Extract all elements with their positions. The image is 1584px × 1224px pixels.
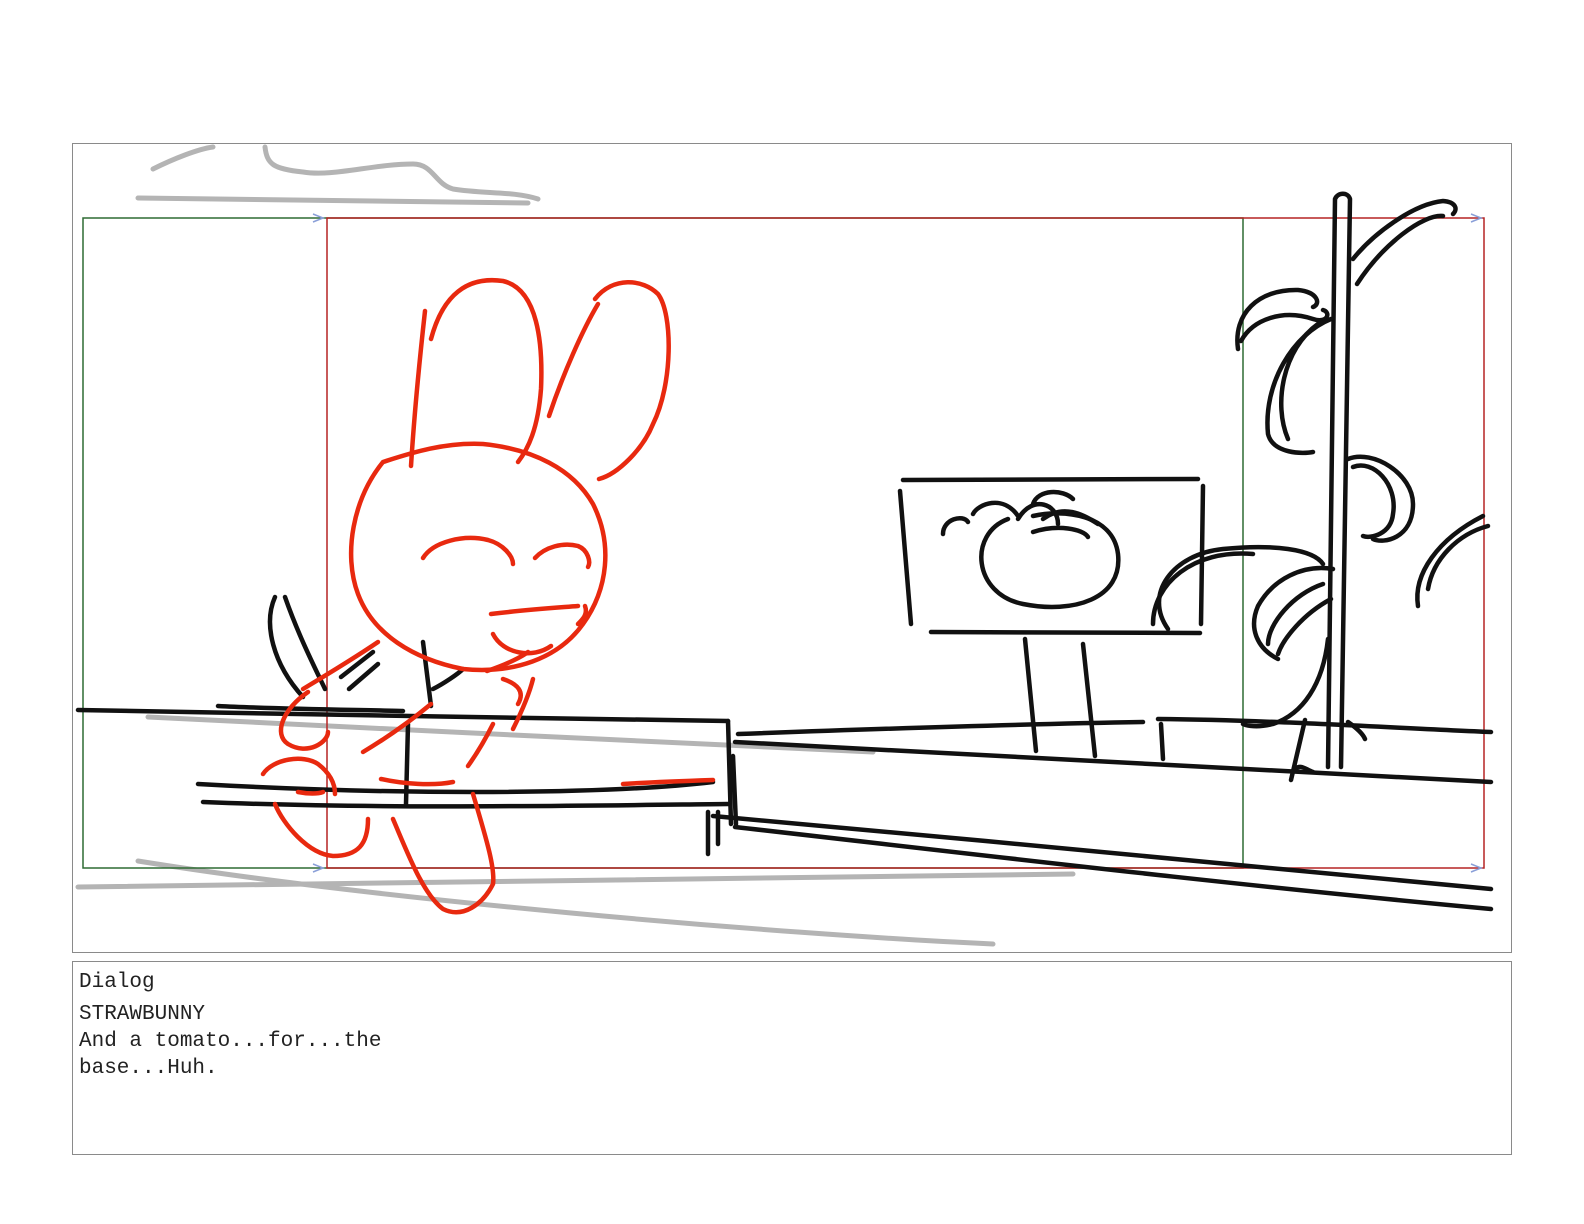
- dialog-heading: Dialog: [79, 971, 155, 994]
- vine-leaf-15: [1415, 513, 1491, 609]
- cloud-sketch: [135, 144, 541, 206]
- bunny-eye-left: [420, 535, 516, 567]
- sign-top: [900, 476, 1201, 483]
- strawbunny-sketch: [260, 277, 716, 915]
- counter-lower-line-b: [200, 799, 731, 809]
- stick-small: [420, 639, 466, 709]
- plant-stake: [1325, 191, 1353, 770]
- vine-leaf-11: [1251, 565, 1336, 662]
- vine-leaf-9: [1156, 544, 1326, 632]
- vine-leaf-14: [1240, 636, 1331, 729]
- sign-leg-right: [1080, 641, 1098, 759]
- bed-top-right: [1155, 716, 1494, 735]
- vine-leaf-6: [1279, 321, 1321, 442]
- vine-leaf-12: [1265, 581, 1326, 647]
- bed-post: [705, 809, 721, 857]
- dialog-line: And a tomato...for...the base...Huh.: [79, 1030, 395, 1080]
- bunny-head: [348, 441, 608, 673]
- action-frame-guide: [82, 217, 1244, 869]
- sign-leg-small: [1158, 721, 1166, 762]
- vine-leaf-8: [1350, 463, 1396, 539]
- vine-leaf-5: [1265, 316, 1334, 456]
- bunny-ear-right: [546, 280, 671, 482]
- bunny-body-line: [465, 721, 496, 769]
- bunny-eye-right: [532, 542, 592, 570]
- bed-top-line: [735, 719, 1146, 737]
- vine-leaf-3: [1235, 287, 1320, 352]
- dialog-character-name: STRAWBUNNY: [79, 1003, 206, 1026]
- sign-leg-left: [1022, 636, 1039, 754]
- bunny-ear-left: [408, 277, 544, 469]
- sign-left: [897, 488, 914, 627]
- stick-middle: [338, 649, 381, 692]
- vine-leaf-2: [1354, 213, 1446, 287]
- counter-end: [725, 718, 739, 827]
- frame-guides: [82, 213, 1485, 873]
- bunny-leg-left: [272, 801, 371, 859]
- floor-line-b: [135, 858, 996, 947]
- background-sketch: [75, 191, 1494, 912]
- panel-drawing: [75, 144, 1494, 947]
- vine-leaf-7: [1345, 454, 1416, 543]
- sign-bottom: [928, 629, 1203, 636]
- tomato-shade: [1030, 525, 1091, 540]
- storyboard-panel: [72, 143, 1512, 953]
- dialog-box: Dialog STRAWBUNNY And a tomato...for...t…: [72, 961, 1512, 1155]
- bed-front-line: [732, 739, 1494, 785]
